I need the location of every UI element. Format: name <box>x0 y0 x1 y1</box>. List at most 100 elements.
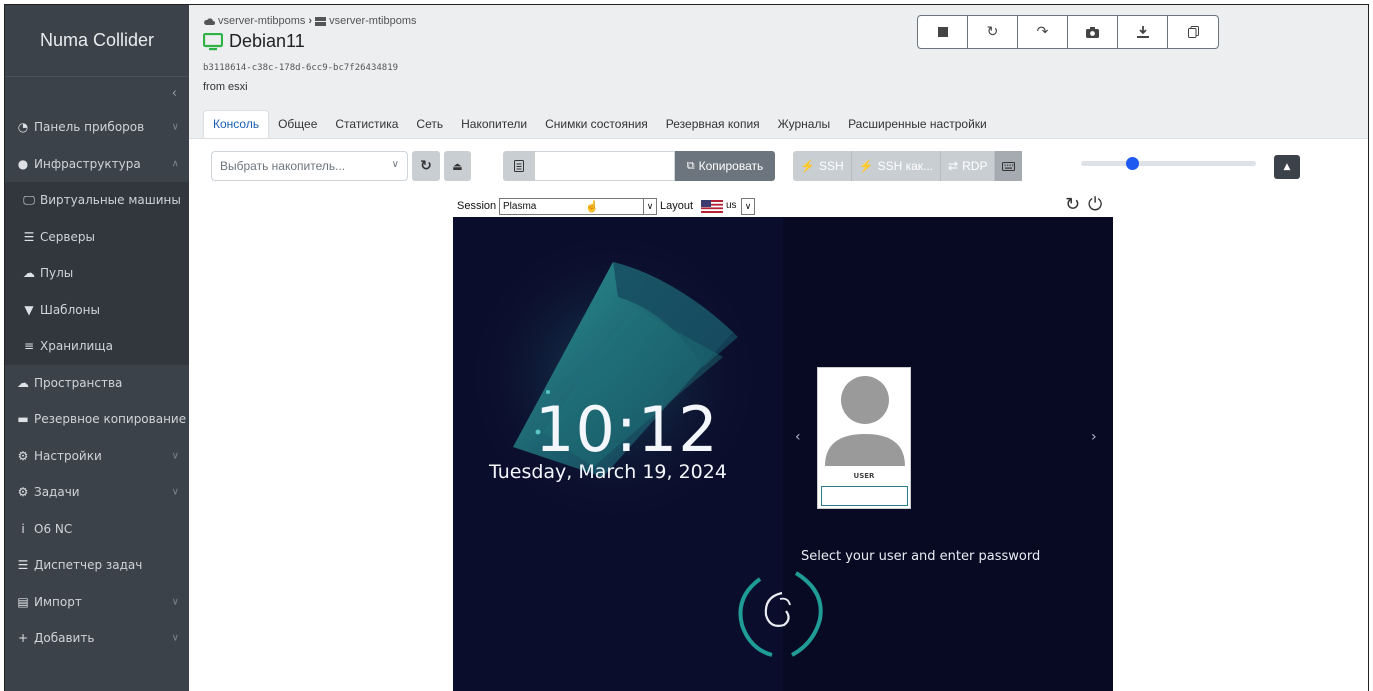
chevron-down-icon: ∨ <box>171 450 179 462</box>
server-icon: ☰ <box>23 229 35 244</box>
sidebar-item[interactable]: ▬ Резервное копирование <box>5 401 189 438</box>
vm-running-icon <box>203 32 223 50</box>
sidebar-item-label: О6 NC <box>34 521 73 536</box>
sidebar-item[interactable]: ⚙ Задачи ∨ <box>5 474 189 511</box>
sidebar-item[interactable]: ⚙ Настройки ∨ <box>5 438 189 475</box>
copy-button[interactable]: ⧉ Копировать <box>675 151 775 181</box>
app-window: Numa Collider ‹ ◔ Панель приборов ∨ ● Инфрас… <box>4 4 1369 691</box>
power-icon[interactable]: ⏻ <box>1088 194 1102 215</box>
storage-select[interactable]: Выбрать накопитель... ∨ <box>211 151 408 181</box>
snapshot-button[interactable] <box>1068 16 1118 48</box>
next-user-arrow[interactable]: › <box>1091 429 1097 445</box>
ssh-as-button[interactable]: ⚡ SSH как... <box>852 151 942 181</box>
sidebar-item[interactable]: ▼ Шаблоны <box>5 292 189 329</box>
sidebar-item[interactable]: ☁ Пространства <box>5 365 189 402</box>
vm-name[interactable]: Debian11 <box>229 31 305 52</box>
previous-user-arrow[interactable]: ‹ <box>795 429 801 445</box>
password-field[interactable] <box>821 486 908 506</box>
ssh-button[interactable]: ⚡ SSH <box>793 151 852 181</box>
eject-button[interactable]: ⏏ <box>444 151 471 181</box>
sidebar-collapse-button[interactable]: ‹ <box>5 77 189 109</box>
sidebar-item[interactable]: ☰ Диспетчер задач <box>5 547 189 584</box>
sidebar-item[interactable]: ≡ Хранилища <box>5 328 189 365</box>
refresh-icon: ↻ <box>420 158 432 174</box>
export-button[interactable] <box>1118 16 1168 48</box>
sidebar-item-label: Шаблоны <box>40 302 100 317</box>
sidebar-item-label: Импорт <box>34 594 82 609</box>
sidebar-item[interactable]: ◔ Панель приборов ∨ <box>5 109 189 146</box>
vm-description[interactable]: from esxi <box>203 81 248 93</box>
monitor-icon: 🖵 <box>23 192 35 207</box>
session-select[interactable]: Plasma ☝ <box>499 198 657 215</box>
tab[interactable]: Журналы <box>769 111 839 138</box>
collapse-header-button[interactable]: ▲ <box>1274 155 1300 179</box>
sidebar-item-label: Инфраструктура <box>34 156 141 171</box>
vm-tabs: Консоль Общее Статистика Сеть Накопители Сним… <box>203 110 996 138</box>
breadcrumb-pool[interactable]: vserver-mtibpoms <box>218 15 305 27</box>
clone-button[interactable] <box>1168 16 1218 48</box>
cloud-icon: ☁ <box>23 266 35 281</box>
plug-icon: ⚡ <box>858 159 874 173</box>
ssh-as-label: SSH как... <box>877 159 934 173</box>
tab[interactable]: Сеть <box>407 111 452 138</box>
sidebar-item[interactable]: ● Инфраструктура ∧ <box>5 146 189 183</box>
sidebar-item-label: Пулы <box>40 266 74 281</box>
chevron-down-icon: ∨ <box>171 121 179 133</box>
tab[interactable]: Накопители <box>452 111 536 138</box>
copy-icon: ⧉ <box>686 159 695 172</box>
sidebar-item-label: Диспетчер задач <box>34 558 143 573</box>
hand-pointer-icon: ☝ <box>585 201 599 213</box>
sidebar-item-label: Хранилища <box>40 339 113 354</box>
tab[interactable]: Снимки состояния <box>536 111 657 138</box>
cloud-icon <box>204 17 215 25</box>
lock-screen-date: Tuesday, March 19, 2024 <box>489 461 727 483</box>
keyboard-button[interactable] <box>995 151 1023 181</box>
migrate-button[interactable]: ↷ <box>1018 16 1068 48</box>
user-card[interactable]: USER <box>817 367 911 509</box>
sidebar-item[interactable]: + Добавить ∨ <box>5 620 189 657</box>
plug-icon: ⚡ <box>800 159 815 173</box>
snapshot-icon <box>1086 26 1099 38</box>
restart-button[interactable]: ↻ <box>968 16 1018 48</box>
brand-title[interactable]: Numa Collider <box>5 5 189 77</box>
chevron-down-icon: ∨ <box>646 201 654 211</box>
tab[interactable]: Консоль <box>203 110 270 138</box>
refresh-storage-button[interactable]: ↻ <box>412 151 440 181</box>
tab[interactable]: Статистика <box>326 111 407 138</box>
sidebar-item[interactable]: ☁ Пулы <box>5 255 189 292</box>
login-hint: Select your user and enter password <box>801 549 1041 564</box>
tab[interactable]: Общее <box>269 111 326 138</box>
stop-button[interactable] <box>918 16 968 48</box>
tab[interactable]: Расширенные настройки <box>839 111 996 138</box>
layout-label: Layout <box>660 200 694 212</box>
reconnect-icon[interactable]: ↻ <box>1065 194 1080 215</box>
copy-button-label: Копировать <box>698 159 764 173</box>
gears-icon: ⚙ <box>17 485 29 500</box>
chevron-down-icon: ∨ <box>171 596 179 608</box>
paste-clipboard-button[interactable] <box>503 151 535 181</box>
sidebar-item[interactable]: ☰ Серверы <box>5 219 189 256</box>
vm-console-screen[interactable]: 10:12 Tuesday, March 19, 2024 ‹ › USER S… <box>453 217 1113 691</box>
download-icon <box>1136 26 1149 38</box>
sidebar-item[interactable]: i О6 NC <box>5 511 189 548</box>
breadcrumb-host[interactable]: vserver-mtibpoms <box>329 15 416 27</box>
clipboard-input[interactable] <box>535 151 675 181</box>
zoom-slider[interactable] <box>1081 157 1256 170</box>
zoom-slider-handle[interactable] <box>1126 157 1140 170</box>
rdp-button[interactable]: ⇄ RDP <box>941 151 996 181</box>
sidebar-item[interactable]: ▤ Импорт ∨ <box>5 584 189 621</box>
session-dropdown-arrow[interactable]: ∨ <box>643 198 657 215</box>
sidebar-item-label: Задачи <box>34 485 80 500</box>
layout-dropdown-arrow[interactable]: ∨ <box>741 198 755 215</box>
page-title: Debian11 <box>203 31 305 52</box>
tab[interactable]: Резервная копия <box>657 111 769 138</box>
sidebar-item-label: Резервное копирование <box>34 412 187 427</box>
sidebar-item-label: Настройки <box>34 448 102 463</box>
chevron-down-icon: ∨ <box>391 159 399 170</box>
chevron-down-icon: ∨ <box>171 632 179 644</box>
sidebar-item-label: Панель приборов <box>34 120 145 135</box>
file-icon <box>514 160 524 172</box>
sidebar-item[interactable]: 🖵 Виртуальные машины <box>5 182 189 219</box>
vm-uuid: b3118614-c38c-178d-6cc9-bc7f26434819 <box>203 63 399 73</box>
restart-icon: ↻ <box>986 24 999 40</box>
